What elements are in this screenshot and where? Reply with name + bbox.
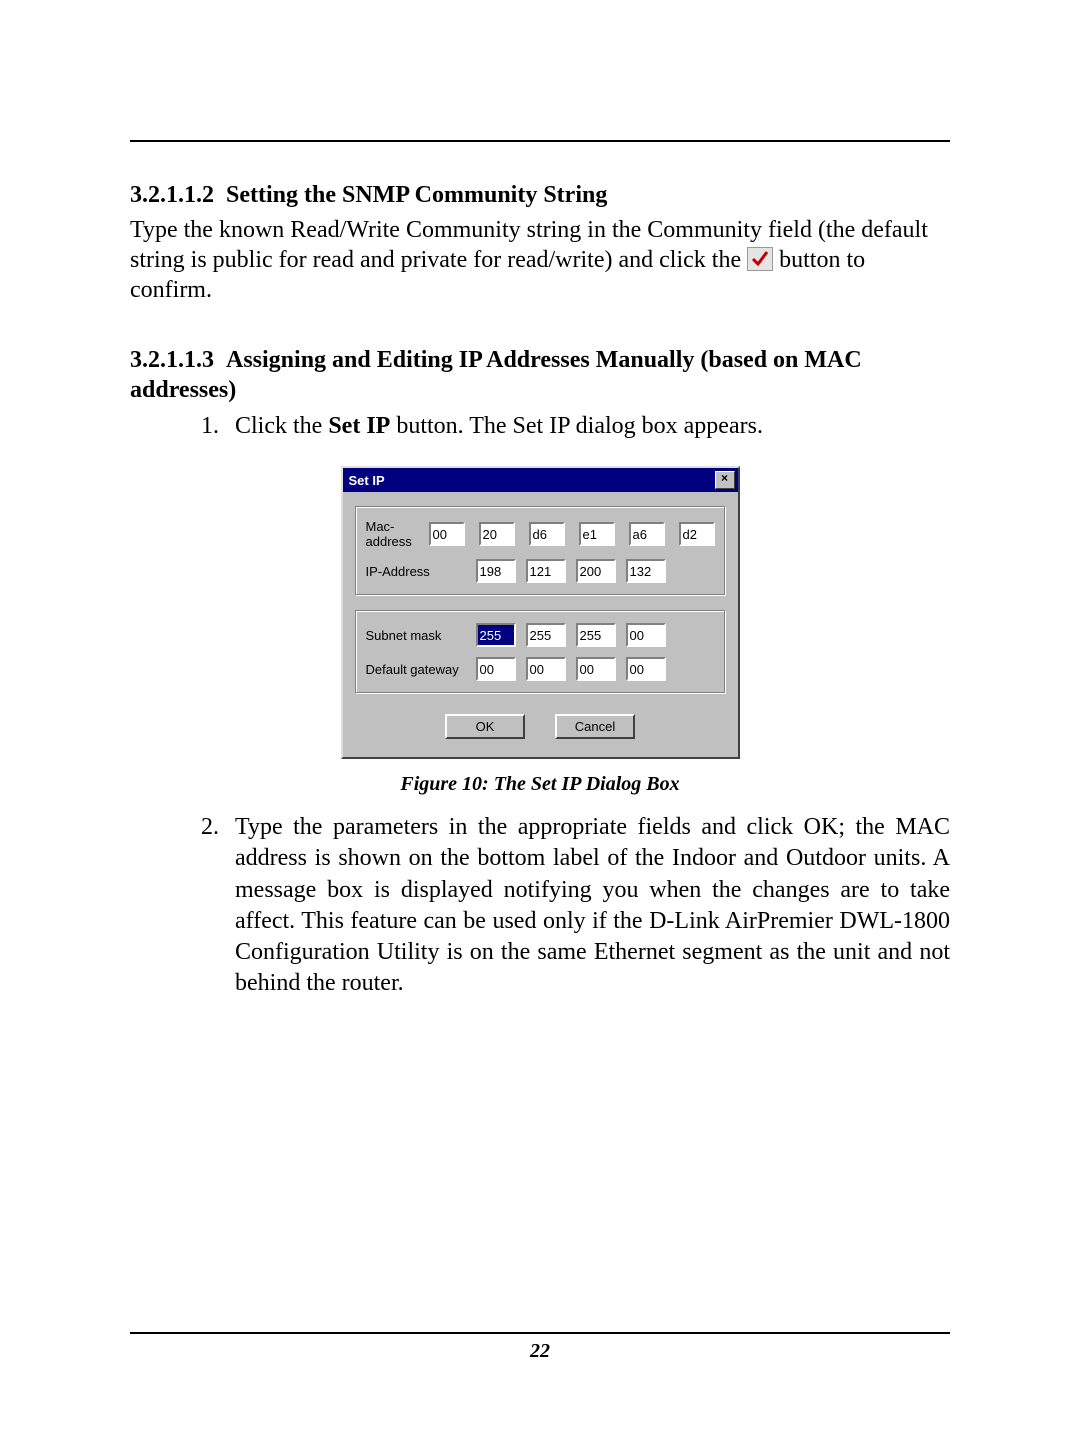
mac-field-4[interactable]: [629, 522, 665, 546]
subnet-field-2[interactable]: [576, 623, 616, 647]
subnet-field-1[interactable]: [526, 623, 566, 647]
section1-paragraph: Type the known Read/Write Community stri…: [130, 215, 950, 305]
mac-label: Mac-address: [366, 519, 429, 549]
mac-field-3[interactable]: [579, 522, 615, 546]
section-heading-2: 3.2.1.1.3 Assigning and Editing IP Addre…: [130, 345, 950, 405]
figure-caption: Figure 10: The Set IP Dialog Box: [130, 773, 950, 796]
gateway-field-0[interactable]: [476, 657, 516, 681]
top-rule: [130, 140, 950, 142]
dialog-titlebar: Set IP ×: [343, 468, 738, 492]
page-number: 22: [130, 1340, 950, 1363]
gateway-field-3[interactable]: [626, 657, 666, 681]
subnet-field-3[interactable]: [626, 623, 666, 647]
gateway-field-2[interactable]: [576, 657, 616, 681]
steps-list-2: Type the parameters in the appropriate f…: [130, 812, 950, 999]
ip-field-0[interactable]: [476, 559, 516, 583]
gateway-label: Default gateway: [366, 662, 476, 677]
ip-field-3[interactable]: [626, 559, 666, 583]
checkmark-icon: [747, 247, 773, 271]
step1-after: button. The Set IP dialog box appears.: [390, 413, 763, 439]
cancel-button[interactable]: Cancel: [555, 714, 635, 739]
address-group: Mac-address IP-Address: [355, 506, 726, 596]
bottom-rule: [130, 1332, 950, 1334]
section-heading-1: 3.2.1.1.2 Setting the SNMP Community Str…: [130, 182, 950, 209]
ip-field-1[interactable]: [526, 559, 566, 583]
ok-button[interactable]: OK: [445, 714, 525, 739]
gateway-field-1[interactable]: [526, 657, 566, 681]
section-number: 3.2.1.1.2: [130, 182, 214, 208]
section-title: Setting the SNMP Community String: [226, 182, 607, 208]
network-group: Subnet mask Default gateway: [355, 610, 726, 694]
steps-list: Click the Set IP button. The Set IP dial…: [130, 411, 950, 442]
close-button[interactable]: ×: [715, 471, 735, 489]
subnet-label: Subnet mask: [366, 628, 476, 643]
subnet-field-0[interactable]: [476, 623, 516, 647]
ip-label: IP-Address: [366, 564, 476, 579]
section2-title: Assigning and Editing IP Addresses Manua…: [130, 347, 862, 403]
step1-bold: Set IP: [328, 413, 390, 439]
step-1: Click the Set IP button. The Set IP dial…: [225, 411, 950, 442]
dialog-title: Set IP: [349, 473, 385, 488]
mac-field-1[interactable]: [479, 522, 515, 546]
step-2: Type the parameters in the appropriate f…: [225, 812, 950, 999]
set-ip-dialog: Set IP × Mac-address: [341, 466, 740, 759]
mac-field-0[interactable]: [429, 522, 465, 546]
step2-text: Type the parameters in the appropriate f…: [235, 812, 950, 999]
ip-field-2[interactable]: [576, 559, 616, 583]
mac-field-2[interactable]: [529, 522, 565, 546]
step1-before: Click the: [235, 413, 328, 439]
section2-number: 3.2.1.1.3: [130, 347, 214, 373]
mac-field-5[interactable]: [679, 522, 715, 546]
